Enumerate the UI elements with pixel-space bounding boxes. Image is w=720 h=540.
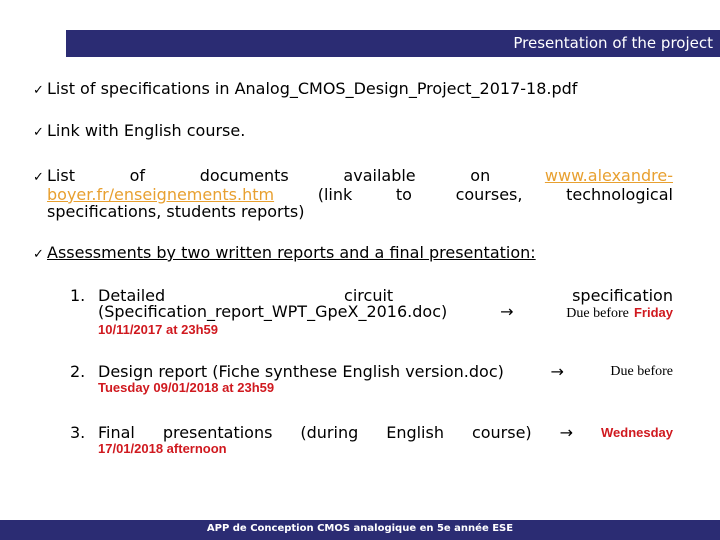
deadline-date: Tuesday 09/01/2018 at 23h59 [98,380,275,395]
due-label: Due before [566,306,629,321]
deadline-day: Friday [633,305,673,320]
line-start: 3. Final [70,425,135,441]
slide-title: Presentation of the project [513,34,713,52]
item-number: 1. [70,286,86,305]
word: to [395,185,412,204]
word: on [470,166,491,185]
header-bar: Presentation of the project [66,30,720,57]
word: courses, [455,185,523,204]
filename: (Specification_report_WPT_GpeX_2016.doc) [98,302,448,321]
word: technological [566,185,673,204]
bullet-line: specifications, students reports) [47,202,305,221]
line-start: 2. Design report (Fiche synthese English … [70,364,504,380]
checkmark-icon: ✓ [33,125,44,140]
bullet-assessments: ✓ Assessments by two written reports and … [33,244,673,263]
footer-text: APP de Conception CMOS analogique en 5e … [206,523,514,534]
deliverable-item: 2. Design report (Fiche synthese English … [70,364,673,396]
deadline-date: 10/11/2017 at 23h59 [98,322,218,337]
line-start: ✓ List [33,167,75,186]
bullet-documents: ✓ List of documents available on www.alex… [33,167,673,220]
arrow-right-icon: → [559,423,574,442]
item-number: 3. [70,423,86,442]
item-text: Design report (Fiche synthese English ve… [98,362,504,381]
checkmark-icon: ✓ [33,170,44,185]
bullet-text: Link with English course. [47,121,246,140]
item-number: 2. [70,362,86,381]
bullet-text: Assessments by two written reports and a… [47,243,536,262]
website-link[interactable]: www.alexandre- [545,167,673,186]
item-line: (Specification_report_WPT_GpeX_2016.doc)… [70,304,673,322]
deliverable-item: 1. Detailed circuit specification (Specif… [70,288,673,338]
item-line: 3. Final presentations (during English co… [70,425,673,441]
word: Final [98,423,135,442]
footer-bar: APP de Conception CMOS analogique en 5e … [0,520,720,540]
item-line: 2. Design report (Fiche synthese English … [70,364,673,380]
bullet-text: List of specifications in Analog_CMOS_De… [47,79,578,98]
checkmark-icon: ✓ [33,247,44,262]
deadline-day: Wednesday [600,425,673,440]
word: of [129,166,146,185]
arrow-right-icon: → [550,362,564,381]
bullet-english-course: ✓ Link with English course. [33,122,673,141]
bullet-specifications: ✓ List of specifications in Analog_CMOS_D… [33,80,673,99]
word: course) [471,423,532,442]
website-link-continued[interactable]: boyer.fr/enseignements.htm [47,186,274,203]
word: documents [199,166,289,185]
checkmark-icon: ✓ [33,83,44,98]
bullet-line: boyer.fr/enseignements.htm (link to cour… [33,186,673,203]
word: available [343,166,416,185]
word: specification [572,286,673,305]
word: English [386,423,444,442]
deadline-date: 17/01/2018 afternoon [98,441,227,456]
due-label: Due before [610,364,673,379]
word: presentations [162,423,273,442]
word: (link [317,185,353,204]
word: List [47,166,75,185]
arrow-right-icon: → [500,302,514,321]
bullet-line: ✓ List of documents available on www.alex… [33,167,673,186]
deliverable-item: 3. Final presentations (during English co… [70,425,673,457]
due-group: Due before Friday [566,304,673,322]
word: (during [300,423,359,442]
